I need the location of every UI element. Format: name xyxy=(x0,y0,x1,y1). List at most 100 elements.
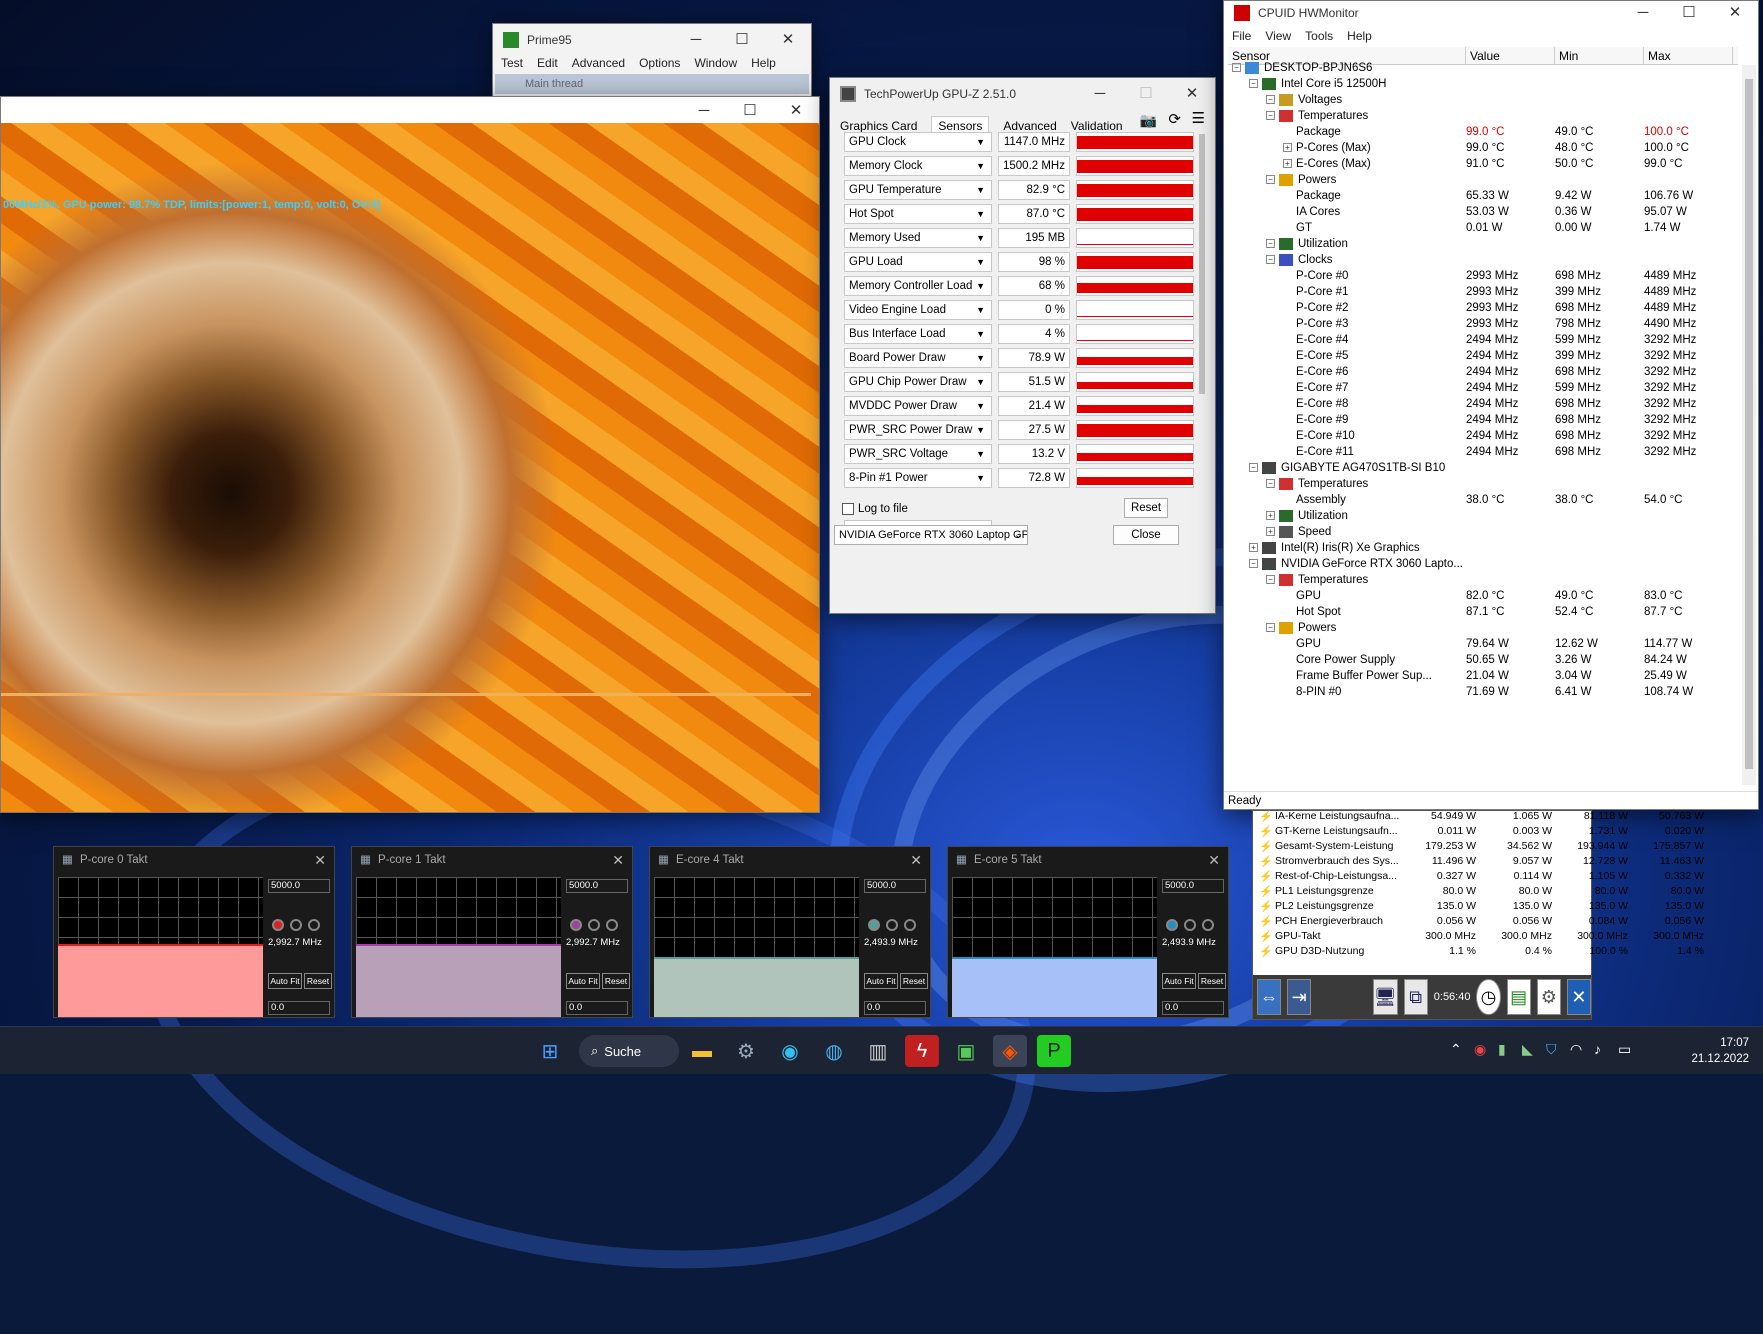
menu-item-file[interactable]: File xyxy=(1232,29,1251,43)
sensor-label-dropdown[interactable]: Bus Interface Load ▼ xyxy=(844,324,992,344)
hwinfo-row[interactable]: GPU D3D-Nutzung 1.1 % 0.4 % 100.0 % 1.4 % xyxy=(1253,942,1709,959)
expand-toggle-icon[interactable]: − xyxy=(1266,575,1275,585)
menu-item-help[interactable]: Help xyxy=(751,56,776,70)
close-button[interactable]: ✕ xyxy=(1169,78,1215,108)
log-to-file-checkbox[interactable]: Log to file xyxy=(842,503,908,515)
reset-button[interactable]: Reset xyxy=(304,973,332,989)
prime95-window[interactable]: Prime95 ─ ☐ ✕ Test Edit Advanced Options Windo… xyxy=(492,23,812,103)
expand-toggle-icon[interactable]: − xyxy=(1266,239,1275,249)
report-icon[interactable]: ▤ xyxy=(1506,979,1531,1015)
expand-toggle-icon[interactable]: − xyxy=(1266,255,1275,265)
sensor-label-dropdown[interactable]: PWR_SRC Voltage ▼ xyxy=(844,444,992,464)
tray-gpu-icon[interactable]: ▮ xyxy=(1498,1041,1506,1058)
clock-icon[interactable]: ◷ xyxy=(1476,979,1501,1015)
expand-toggle-icon[interactable]: + xyxy=(1283,159,1292,169)
clock-graph-gadget[interactable]: E-core 5 Takt ✕ 5000.0 2,493.9 MHz Auto FitR… xyxy=(947,846,1229,1018)
tree-row[interactable]: 8-PIN #0 71.69 W 6.41 W 108.74 W xyxy=(1228,683,1733,701)
expand-toggle-icon[interactable]: − xyxy=(1266,175,1275,185)
minimize-button[interactable]: ─ xyxy=(681,97,727,123)
color-dot[interactable] xyxy=(1166,919,1178,931)
expand-toggle-icon[interactable]: − xyxy=(1266,111,1275,121)
chevron-up-icon[interactable]: ⌃ xyxy=(1450,1041,1462,1058)
expand-toggle-icon[interactable]: + xyxy=(1266,511,1275,521)
expand-toggle-icon[interactable]: − xyxy=(1232,63,1241,73)
maximize-button[interactable]: ☐ xyxy=(1123,78,1169,108)
maximize-button[interactable]: ☐ xyxy=(1666,1,1712,23)
menu-item-tools[interactable]: Tools xyxy=(1305,29,1333,43)
arrow-collapse-icon[interactable]: ⇥ xyxy=(1287,979,1312,1015)
gpuz-window[interactable]: TechPowerUp GPU-Z 2.51.0 ─ ☐ ✕ Graphics Ca… xyxy=(829,77,1216,614)
file-explorer-icon[interactable]: ▬ xyxy=(685,1035,719,1067)
sensor-label-dropdown[interactable]: GPU Clock ▼ xyxy=(844,132,992,152)
color-dot[interactable] xyxy=(272,919,284,931)
color-dot[interactable] xyxy=(886,919,898,931)
expand-toggle-icon[interactable]: − xyxy=(1266,623,1275,633)
minimize-button[interactable]: ─ xyxy=(1077,78,1123,108)
color-dot[interactable] xyxy=(290,919,302,931)
gear-icon[interactable]: ⚙ xyxy=(1536,979,1561,1015)
sensor-scrollbar[interactable] xyxy=(1199,134,1205,394)
close-icon[interactable]: ✕ xyxy=(910,847,922,873)
minimize-button[interactable]: ─ xyxy=(1620,1,1666,23)
hwmonitor-window[interactable]: CPUID HWMonitor ─ ☐ ✕ File View Tools Help Se… xyxy=(1223,0,1759,810)
expand-toggle-icon[interactable]: + xyxy=(1266,527,1275,537)
close-button-footer[interactable]: Close xyxy=(1113,525,1179,545)
clock-graph-gadget[interactable]: E-core 4 Takt ✕ 5000.0 2,493.9 MHz Auto FitR… xyxy=(649,846,931,1018)
refresh-icon[interactable]: ⟳ xyxy=(1168,110,1181,128)
menu-item-options[interactable]: Options xyxy=(639,56,680,70)
furmark-taskbar-icon[interactable]: ◈ xyxy=(993,1035,1027,1067)
maximize-button[interactable]: ☐ xyxy=(727,97,773,123)
network-icon[interactable]: ⧉ xyxy=(1403,979,1428,1015)
reset-button[interactable]: Reset xyxy=(1198,973,1226,989)
gadget-max[interactable]: 5000.0 xyxy=(566,879,628,893)
close-icon[interactable]: ✕ xyxy=(314,847,326,873)
gpuz-taskbar-icon[interactable]: ▣ xyxy=(949,1035,983,1067)
gadget-min[interactable]: 0.0 xyxy=(1162,1001,1224,1015)
reset-button[interactable]: Reset xyxy=(602,973,630,989)
close-button[interactable]: ✕ xyxy=(765,24,811,54)
clock-graph-gadget[interactable]: P-core 0 Takt ✕ 5000.0 2,992.7 MHz Auto FitR… xyxy=(53,846,335,1018)
hwm-scrollbar[interactable] xyxy=(1742,65,1756,785)
arrow-left-right-icon[interactable]: ⇔ xyxy=(1257,979,1282,1015)
menu-item-view[interactable]: View xyxy=(1265,29,1291,43)
sensor-label-dropdown[interactable]: GPU Chip Power Draw ▼ xyxy=(844,372,992,392)
sensor-label-dropdown[interactable]: GPU Load ▼ xyxy=(844,252,992,272)
menu-icon[interactable]: ☰ xyxy=(1192,109,1205,127)
color-dot[interactable] xyxy=(588,919,600,931)
gadget-min[interactable]: 0.0 xyxy=(566,1001,628,1015)
sensor-label-dropdown[interactable]: MVDDC Power Draw ▼ xyxy=(844,396,992,416)
wifi-icon[interactable]: ◠ xyxy=(1570,1041,1582,1058)
hwmonitor-taskbar-icon[interactable]: ϟ xyxy=(905,1035,939,1067)
sensor-label-dropdown[interactable]: Memory Used ▼ xyxy=(844,228,992,248)
sensor-label-dropdown[interactable]: GPU Temperature ▼ xyxy=(844,180,992,200)
expand-toggle-icon[interactable]: − xyxy=(1249,559,1258,569)
start-icon[interactable]: ⊞ xyxy=(533,1035,567,1067)
gadget-min[interactable]: 0.0 xyxy=(268,1001,330,1015)
volume-icon[interactable]: ♪ xyxy=(1594,1041,1601,1057)
render-canvas[interactable] xyxy=(1,123,819,812)
minimize-button[interactable]: ─ xyxy=(673,24,719,54)
tray-nvidia-icon[interactable]: ◣ xyxy=(1522,1041,1533,1058)
menu-item-help[interactable]: Help xyxy=(1347,29,1372,43)
sensor-label-dropdown[interactable]: Video Engine Load ▼ xyxy=(844,300,992,320)
expand-toggle-icon[interactable]: + xyxy=(1283,143,1292,153)
taskbar-clock[interactable]: 17:07 21.12.2022 xyxy=(1691,1035,1749,1067)
menu-item-advanced[interactable]: Advanced xyxy=(572,56,625,70)
sensor-label-dropdown[interactable]: PWR_SRC Power Draw ▼ xyxy=(844,420,992,440)
sensor-label-dropdown[interactable]: Memory Clock ▼ xyxy=(844,156,992,176)
prime95-main-thread[interactable]: Main thread xyxy=(495,74,809,94)
color-dot[interactable] xyxy=(570,919,582,931)
maximize-button[interactable]: ☐ xyxy=(719,24,765,54)
clock-graph-gadget[interactable]: P-core 1 Takt ✕ 5000.0 2,992.7 MHz Auto FitR… xyxy=(351,846,633,1018)
close-button[interactable]: ✕ xyxy=(773,97,819,123)
auto-fit-button[interactable]: Auto Fit xyxy=(1162,973,1196,989)
close-button[interactable]: ✕ xyxy=(1712,1,1758,23)
gpu-select-dropdown[interactable]: NVIDIA GeForce RTX 3060 Laptop GPL ⌄ xyxy=(834,525,1028,545)
auto-fit-button[interactable]: Auto Fit xyxy=(864,973,898,989)
color-dot[interactable] xyxy=(606,919,618,931)
monitor-icon[interactable]: 🖥 xyxy=(1372,979,1398,1015)
auto-fit-button[interactable]: Auto Fit xyxy=(268,973,302,989)
expand-toggle-icon[interactable]: − xyxy=(1266,479,1275,489)
tray-defender-icon[interactable]: ⛉ xyxy=(1546,1041,1557,1058)
sensor-label-dropdown[interactable]: 8-Pin #1 Power ▼ xyxy=(844,468,992,488)
